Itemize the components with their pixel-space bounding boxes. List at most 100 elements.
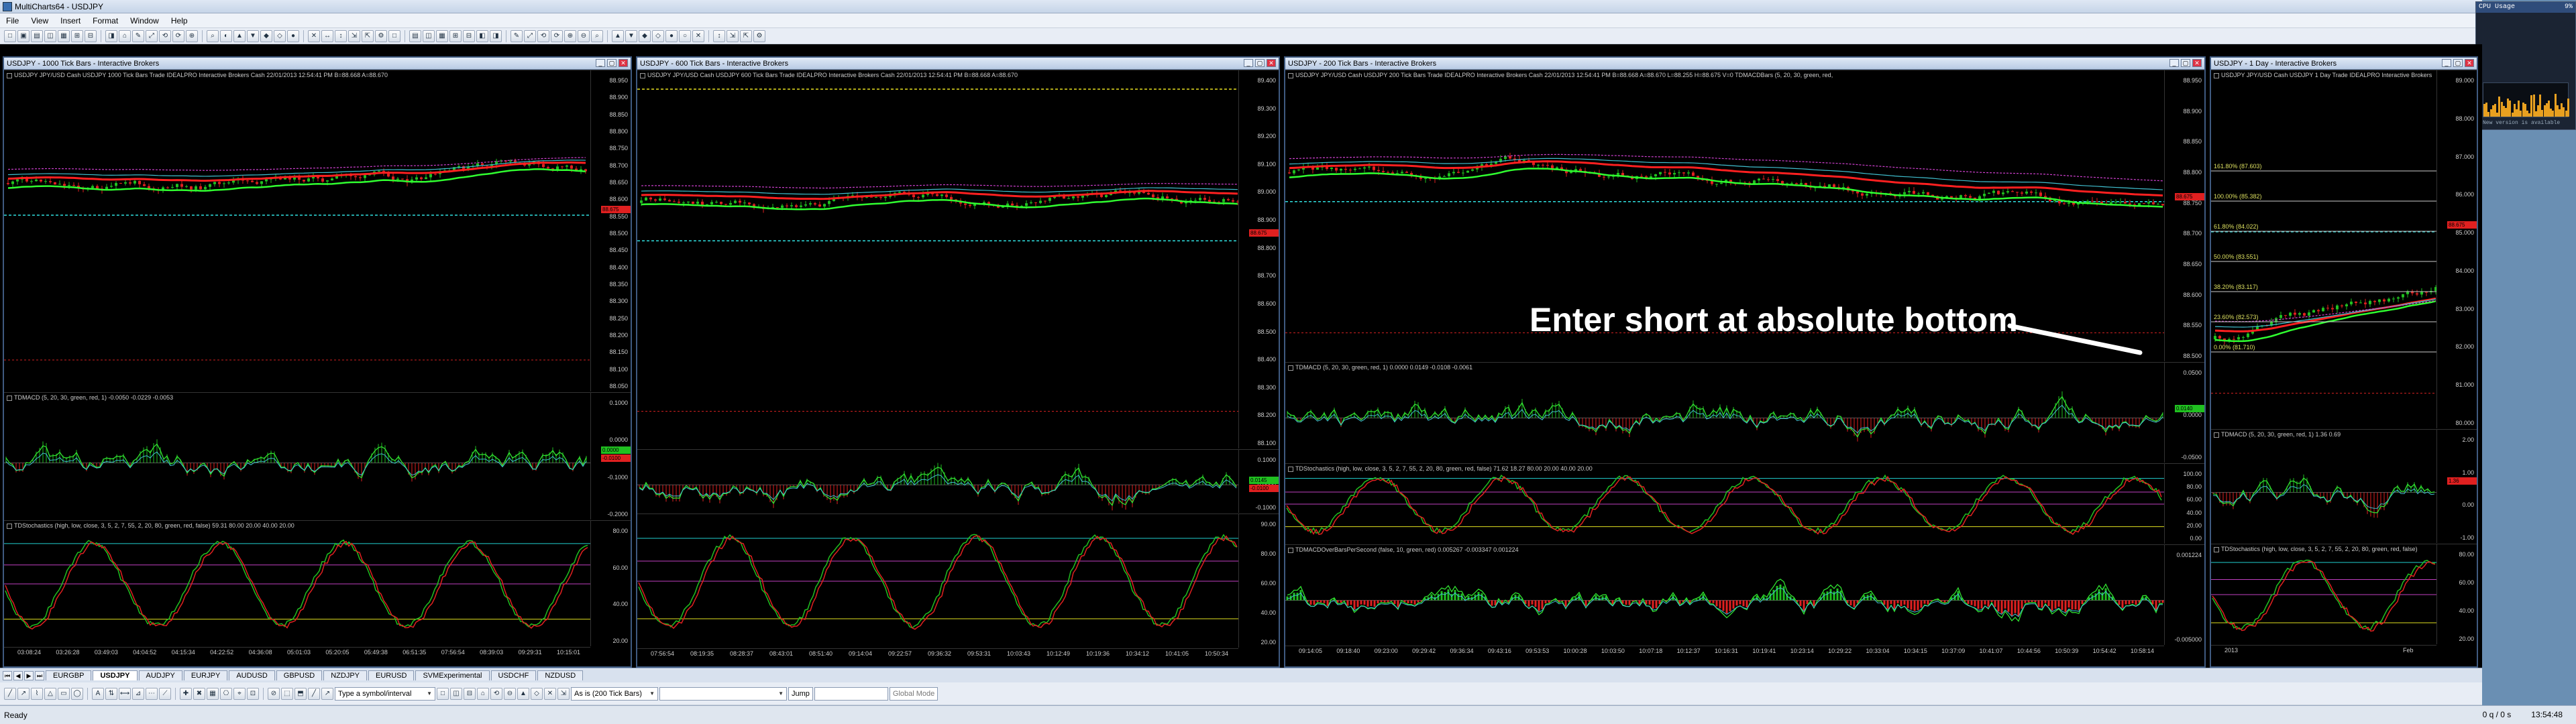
toolbar-tool-icon[interactable]: ◇ [274, 29, 286, 42]
menu-window[interactable]: Window [124, 16, 165, 25]
chart-pane-extra[interactable]: TDMACDOverBarsPerSecond (false, 10, gree… [1285, 544, 2204, 645]
chart-pane-macd[interactable]: TDMACD (5, 20, 30, green, red, 1) -0.005… [4, 392, 631, 520]
toolbar-tool-icon[interactable]: ▦ [436, 29, 448, 42]
toolbar-tool-icon[interactable]: ▼ [625, 29, 637, 42]
price-axis[interactable]: 100.00 80.00 60.00 40.00 20.00 0.00 [2164, 464, 2204, 544]
chart-window-w1[interactable]: USDJPY - 1000 Tick Bars - Interactive Br… [3, 56, 632, 668]
chart-tool-icon[interactable]: ⟲ [490, 687, 502, 700]
symbol-tab-eurgbp[interactable]: EURGBP [46, 670, 92, 680]
price-axis[interactable]: 80.00 60.00 40.00 20.00 [2436, 544, 2477, 644]
chevron-down-icon[interactable]: ▼ [778, 690, 784, 697]
time-axis[interactable]: 09:14:05 09:18:40 09:23:00 09:29:42 09:36:34… [1285, 646, 2164, 656]
study-toggle-icon[interactable] [7, 523, 12, 529]
toolbar-tool-icon[interactable]: ↕ [713, 29, 725, 42]
chart-pane-main[interactable]: USDJPY JPY/USD Cash USDJPY 1000 Tick Bar… [4, 70, 631, 391]
tab-nav-icon[interactable]: ▶ [24, 670, 34, 680]
chart-window-w4[interactable]: USDJPY - 1 Day - Interactive Brokers _ ▢ ✕ U… [2210, 56, 2478, 668]
study-toggle-icon[interactable] [1288, 365, 1293, 371]
chart-tool-icon[interactable]: ◫ [450, 687, 462, 700]
jump-button[interactable]: Jump [788, 686, 813, 701]
price-axis[interactable]: 0.001224 -0.005000 [2164, 545, 2204, 645]
study-toggle-icon[interactable] [640, 72, 645, 78]
chart-pane-main[interactable]: USDJPY JPY/USD Cash USDJPY 600 Tick Bars… [637, 70, 1279, 448]
drawing-tool-icon[interactable]: ⊡ [247, 687, 259, 700]
price-axis[interactable]: 88.950 88.900 88.850 88.800 88.750 88.700 88.6… [590, 70, 631, 391]
study-toggle-icon[interactable] [1288, 466, 1293, 472]
toolbar-tool-icon[interactable]: ◧ [476, 29, 488, 42]
toolbar-tool-icon[interactable]: ⊖ [578, 29, 590, 42]
chart-window-header[interactable]: USDJPY - 1 Day - Interactive Brokers _ ▢ ✕ [2211, 58, 2477, 70]
drawing-tool-icon[interactable]: ⋯ [146, 687, 158, 700]
symbol-interval-input[interactable]: Type a symbol/interval ▼ [335, 686, 435, 701]
study-toggle-icon[interactable] [2214, 72, 2219, 78]
price-axis[interactable]: 0.10000.0000-0.10000.0145-0.0100 [1238, 450, 1279, 513]
drawing-tool-icon[interactable]: ⊘ [268, 687, 280, 700]
toolbar-tool-icon[interactable]: ⌕ [591, 29, 603, 42]
toolbar-tool-icon[interactable]: ⌕ [207, 29, 219, 42]
drawing-tool-icon[interactable]: ▭ [58, 687, 70, 700]
toolbar-tool-icon[interactable]: ◆ [260, 29, 272, 42]
close-icon[interactable]: ✕ [2192, 59, 2202, 67]
chart-tool-icon[interactable]: ◇ [531, 687, 543, 700]
price-axis[interactable]: 90.00 80.00 60.00 40.00 20.00 [1238, 514, 1279, 648]
toolbar-tool-icon[interactable]: ⤢ [146, 29, 158, 42]
toolbar-tool-icon[interactable]: ⟳ [172, 29, 184, 42]
toolbar-tool-icon[interactable]: ⇲ [727, 29, 739, 42]
toolbar-tool-icon[interactable]: ⊟ [463, 29, 475, 42]
chart-tool-icon[interactable]: □ [437, 687, 449, 700]
menu-file[interactable]: File [0, 16, 25, 25]
chevron-down-icon[interactable]: ▼ [427, 690, 432, 697]
minimize-icon[interactable]: _ [596, 59, 605, 67]
chart-pane-stoch[interactable]: TDStochastics (high, low, close, 3, 5, 2… [1285, 463, 2204, 544]
toolbar-tool-icon[interactable]: ◫ [44, 29, 56, 42]
date-jump-input[interactable]: ▼ [659, 686, 787, 701]
symbol-tab-eurjpy[interactable]: EURJPY [183, 670, 228, 680]
toolbar-tool-icon[interactable]: ▤ [31, 29, 43, 42]
drawing-tool-icon[interactable]: ⊿ [132, 687, 144, 700]
menu-help[interactable]: Help [165, 16, 194, 25]
chart-pane-macd[interactable]: TDMACD (5, 20, 30, green, red, 1) 0.0000… [1285, 362, 2204, 463]
drawing-tool-icon[interactable]: ⇅ [105, 687, 117, 700]
drawing-tool-icon[interactable]: A [92, 687, 104, 700]
drawing-tool-icon[interactable]: ╱ [4, 687, 16, 700]
study-toggle-icon[interactable] [2214, 432, 2219, 438]
chart-tool-icon[interactable]: ▲ [517, 687, 529, 700]
toolbar-tool-icon[interactable]: ⤢ [524, 29, 536, 42]
toolbar-tool-icon[interactable]: ⟳ [551, 29, 563, 42]
price-axis[interactable]: 89.400 89.300 89.200 89.100 89.000 88.900 88.8… [1238, 70, 1279, 448]
toolbar-tool-icon[interactable]: ● [287, 29, 299, 42]
toolbar-tool-icon[interactable]: ⇱ [362, 29, 374, 42]
toolbar-tool-icon[interactable]: ⊕ [186, 29, 198, 42]
symbol-tab-gbpusd[interactable]: GBPUSD [276, 670, 323, 680]
symbol-tab-audjpy[interactable]: AUDJPY [138, 670, 182, 680]
chart-tool-icon[interactable]: ⊖ [504, 687, 516, 700]
price-axis[interactable]: 88.950 88.900 88.850 88.800 88.750 88.700 88.6… [2164, 70, 2204, 361]
study-toggle-icon[interactable] [7, 395, 12, 401]
toolbar-tool-icon[interactable]: ⊕ [564, 29, 576, 42]
resolution-select[interactable]: As is (200 Tick Bars) ▼ [571, 686, 658, 701]
toolbar-tool-icon[interactable]: ⊞ [71, 29, 83, 42]
symbol-tab-nzdusd[interactable]: NZDUSD [537, 670, 584, 680]
toolbar-tool-icon[interactable]: ▼ [247, 29, 259, 42]
menu-view[interactable]: View [25, 16, 54, 25]
chart-pane-macd[interactable]: TDMACD (5, 20, 30, green, red, 1) 1.36 0… [2211, 429, 2477, 543]
toolbar-tool-icon[interactable]: ▤ [409, 29, 421, 42]
drawing-tool-icon[interactable]: ✚ [180, 687, 192, 700]
symbol-tab-usdjpy[interactable]: USDJPY [93, 670, 138, 680]
tab-nav-icon[interactable]: ◀ [13, 670, 23, 680]
chart-pane-main[interactable]: USDJPY JPY/USD Cash USDJPY 1 Day Trade I… [2211, 70, 2477, 428]
toolbar-tool-icon[interactable]: ◐ [220, 29, 232, 42]
maximize-icon[interactable]: ▢ [607, 59, 616, 67]
drawing-tool-icon[interactable]: △ [44, 687, 56, 700]
maximize-icon[interactable]: ▢ [2181, 59, 2190, 67]
chart-window-w3[interactable]: USDJPY - 200 Tick Bars - Interactive Bro… [1284, 56, 2206, 668]
toolbar-tool-icon[interactable]: □ [4, 29, 16, 42]
close-icon[interactable]: ✕ [2465, 59, 2474, 67]
chart-window-w2[interactable]: USDJPY - 600 Tick Bars - Interactive Bro… [636, 56, 1280, 668]
time-axis[interactable]: 07:56:54 08:19:35 08:28:37 08:43:01 08:51:40… [637, 648, 1238, 659]
symbol-tab-svmexperimental[interactable]: SVMExperimental [415, 670, 490, 680]
price-axis[interactable]: 0.0500 0.0000 -0.0500 0.0140 [2164, 363, 2204, 463]
maximize-icon[interactable]: ▢ [2453, 59, 2463, 67]
chart-window-header[interactable]: USDJPY - 600 Tick Bars - Interactive Bro… [637, 58, 1279, 70]
drawing-tool-icon[interactable]: ⟋ [159, 687, 171, 700]
